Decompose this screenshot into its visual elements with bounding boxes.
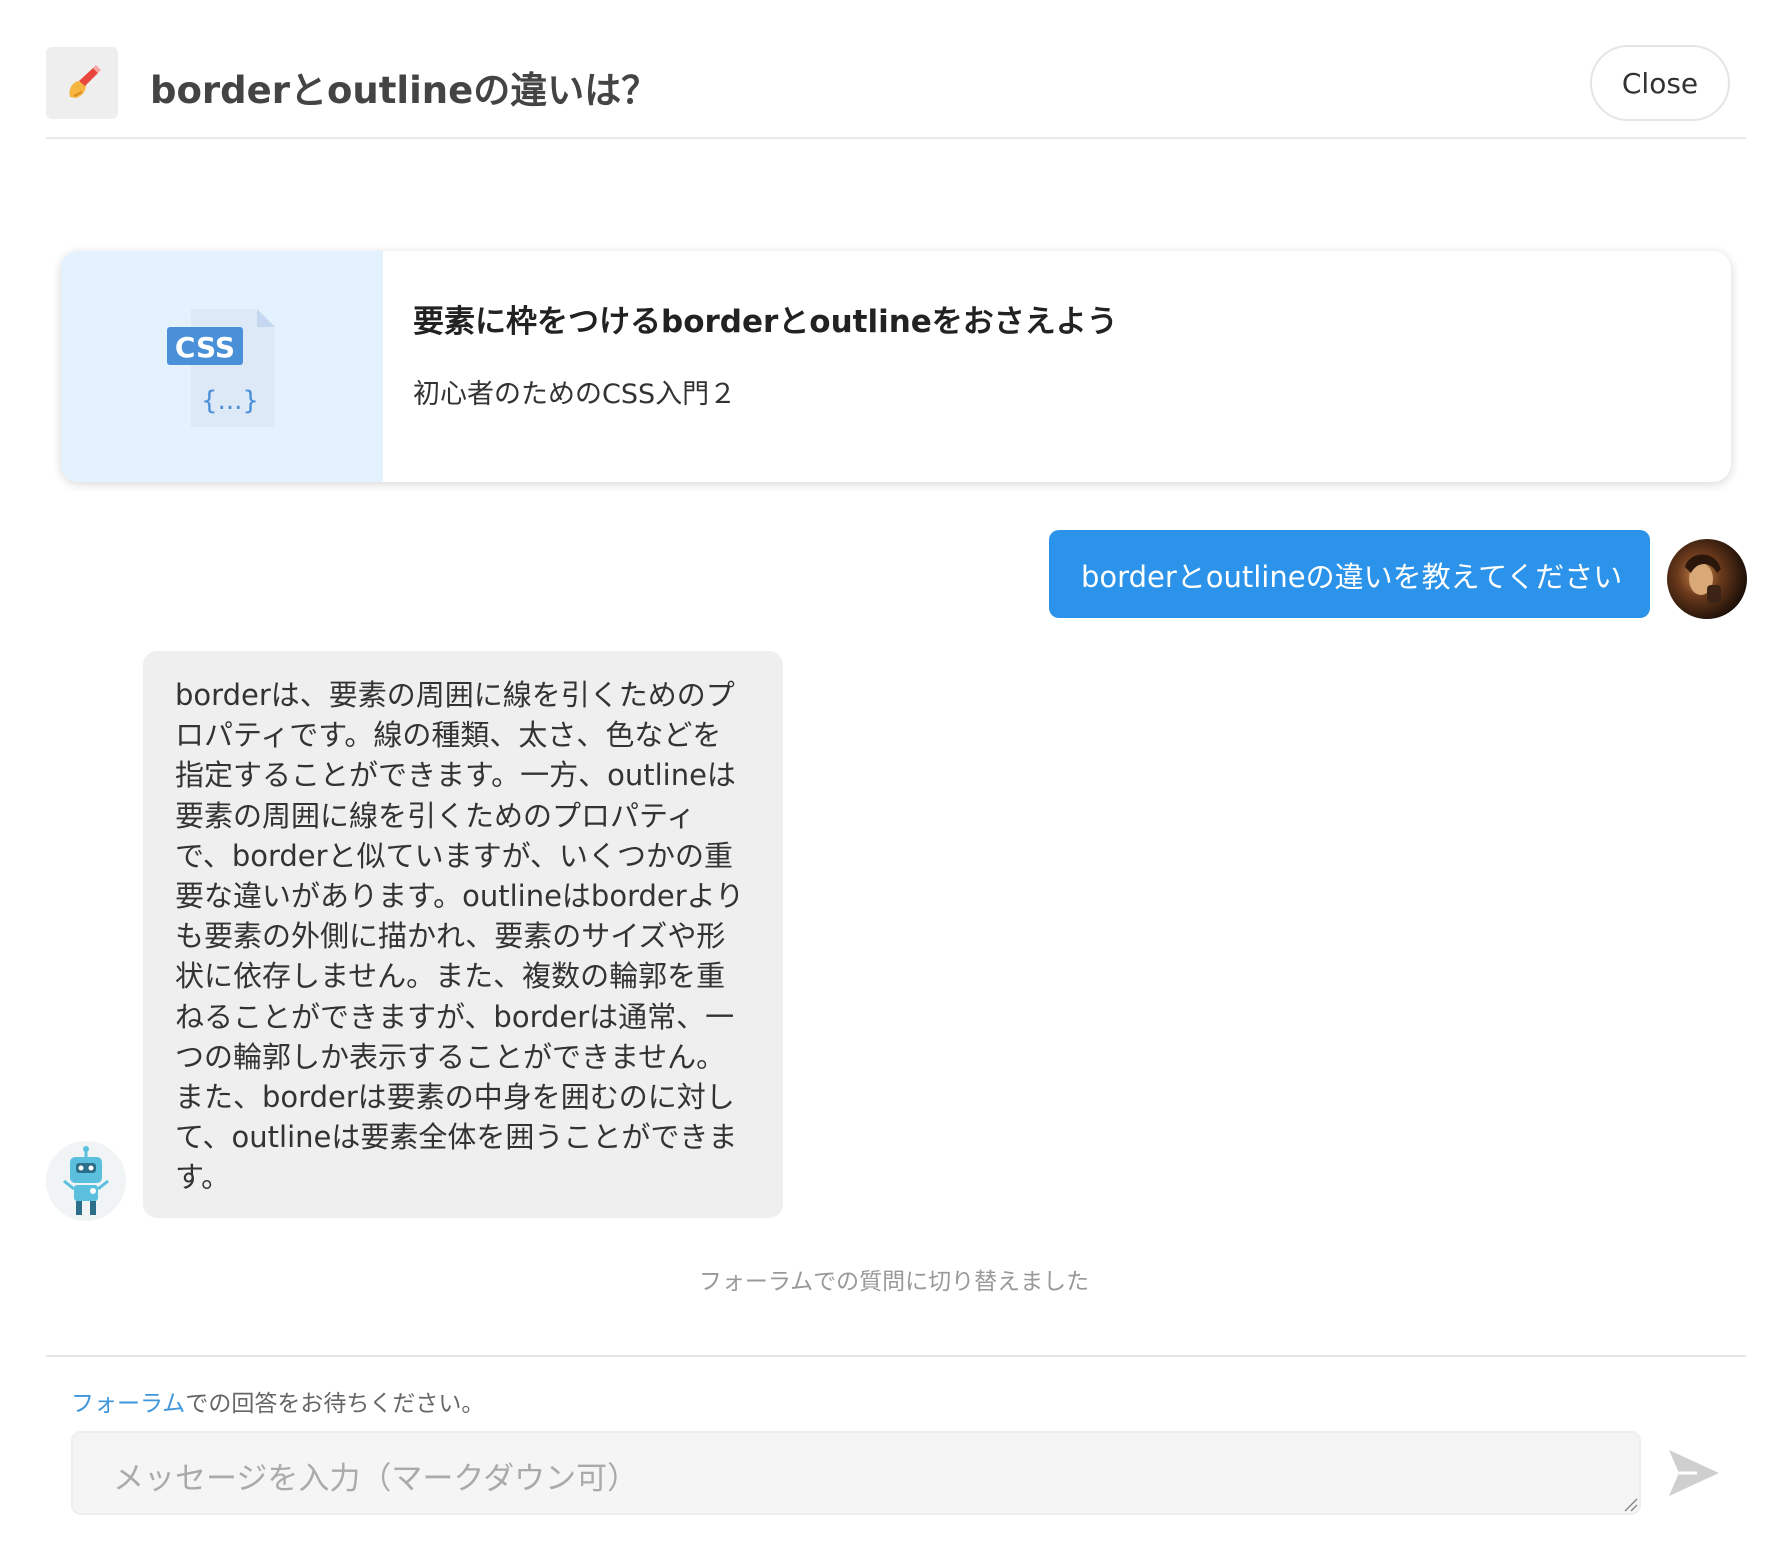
css-file-icon: CSS {...} (167, 309, 275, 427)
send-icon (1669, 1450, 1719, 1496)
message-line: つの輪郭しか表示することができません。 (175, 1039, 726, 1074)
message-line: も要素の外側に描かれ、要素のサイズや形 (175, 919, 726, 954)
page-title: borderとoutlineの違いは？ (150, 69, 659, 112)
css-braces: {...} (201, 386, 259, 416)
message-line: ロパティです。線の種類、太さ、色などを (175, 718, 722, 753)
message-line: 状に依存しません。また、複数の輪郭を重 (175, 959, 726, 994)
message-line: て、outlineは要素全体を囲うことができま (175, 1120, 738, 1155)
forum-link[interactable]: フォーラム (71, 1391, 185, 1417)
system-note: フォーラムでの質問に切り替えました (698, 1269, 1090, 1295)
resize-handle-icon[interactable] (1622, 1496, 1638, 1512)
message-line: borderは、要素の周囲に線を引くためのプ (175, 678, 735, 712)
message-input[interactable] (71, 1431, 1641, 1515)
writing-hand-icon (46, 47, 118, 119)
user-message-bubble: borderとoutlineの違いを教えてください (1049, 530, 1650, 618)
hint-text: での回答をお待ちください。 (185, 1391, 485, 1417)
message-line: ねることができますが、borderは通常、一 (175, 999, 735, 1034)
message-line: 指定することができます。一方、outlineは (175, 758, 736, 793)
message-line: 要な違いがあります。outlineはborderより (175, 879, 745, 914)
course-card[interactable]: CSS {...} 要素に枠をつけるborderとoutlineをおさえよう 初… (61, 251, 1731, 482)
user-avatar (1667, 539, 1747, 619)
bot-avatar (46, 1141, 126, 1221)
composer-divider (46, 1355, 1746, 1357)
course-subtitle: 初心者のためのCSS入門２ (413, 379, 737, 410)
course-title: 要素に枠をつけるborderとoutlineをおさえよう (413, 304, 1118, 340)
course-thumbnail: CSS {...} (61, 251, 383, 482)
composer-hint: フォーラムでの回答をお待ちください。 (71, 1384, 484, 1418)
message-line: 要素の周囲に線を引くためのプロパティ (175, 798, 696, 833)
send-button[interactable] (1667, 1448, 1721, 1498)
header: borderとoutlineの違いは？ Close (46, 36, 1746, 139)
bot-message-bubble: borderは、要素の周囲に線を引くためのプ ロパティです。線の種類、太さ、色な… (143, 651, 783, 1218)
message-line: で、borderと似ていますが、いくつかの重 (175, 838, 733, 873)
message-line: す。 (175, 1160, 231, 1195)
message-line: また、borderは要素の中身を囲むのに対し (175, 1080, 735, 1115)
chat-page: borderとoutlineの違いは？ Close CSS {...} 要素に枠… (0, 0, 1788, 1556)
close-button[interactable]: Close (1590, 45, 1730, 121)
css-label: CSS (175, 331, 235, 364)
